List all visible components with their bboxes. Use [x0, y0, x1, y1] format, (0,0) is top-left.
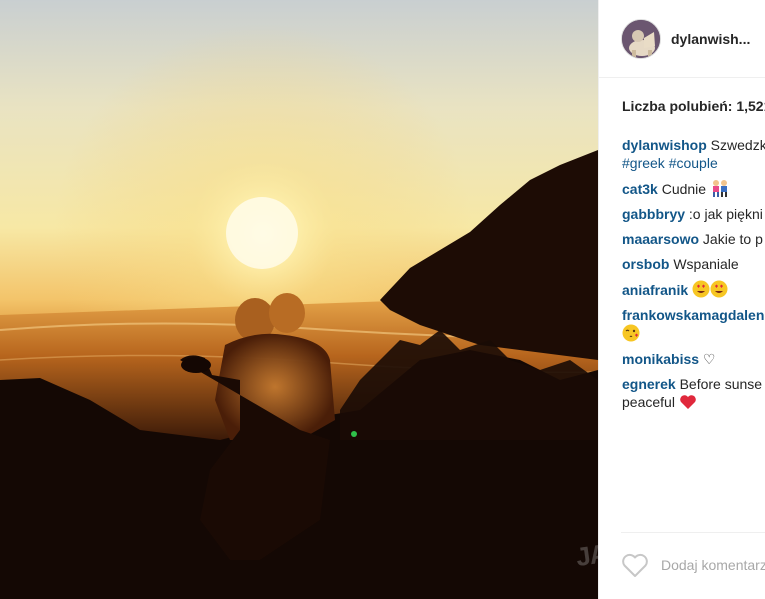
- comment-author[interactable]: gabbbryy: [622, 206, 685, 222]
- comment-text-line2: peaceful: [622, 394, 679, 410]
- comment-author[interactable]: dylanwishop: [622, 137, 707, 153]
- username[interactable]: dylanwish...: [671, 31, 750, 47]
- comment-text: Jakie to p: [699, 231, 763, 247]
- post-side-panel: dylanwish... Liczba polubień: 1,521 dyla…: [598, 0, 765, 599]
- comment-author[interactable]: egnerek: [622, 376, 676, 392]
- list-item: frankowskamagdalen: [622, 306, 765, 343]
- list-item: maaarsowo Jakie to p: [622, 230, 765, 248]
- list-item: orsbob Wspaniale: [622, 255, 765, 273]
- comment-author[interactable]: monikabiss: [622, 351, 699, 367]
- comment-text: Szwedzk: [706, 137, 765, 153]
- likes-count[interactable]: Liczba polubień: 1,521: [622, 98, 765, 114]
- avatar-image: [622, 19, 660, 58]
- add-comment-input[interactable]: [661, 557, 765, 573]
- avatar[interactable]: [621, 18, 661, 59]
- comment-text: ♡: [699, 351, 716, 367]
- hashtag-link[interactable]: #greek: [622, 155, 665, 171]
- red-heart-emoji-icon: [680, 395, 696, 409]
- couple-emoji-icon: [712, 180, 727, 197]
- comment-author[interactable]: frankowskamagdalen: [622, 307, 764, 323]
- list-item: dylanwishop Szwedzk #greek #couple: [622, 136, 765, 172]
- comment-author[interactable]: maaarsowo: [622, 231, 699, 247]
- heart-eyes-emoji-icon: [692, 280, 710, 298]
- comment-text: Before sunse: [675, 376, 763, 392]
- comment-text: Cudnie: [657, 181, 710, 197]
- list-item: gabbbryy :o jak piękni: [622, 205, 765, 223]
- list-item: monikabiss ♡: [622, 350, 765, 368]
- list-item: cat3k Cudnie: [622, 179, 765, 198]
- divider: [621, 532, 765, 533]
- comment-author[interactable]: cat3k: [622, 181, 658, 197]
- comment-text: :o jak piękni: [685, 206, 763, 222]
- kiss-emoji-icon: [622, 324, 640, 342]
- comments-list: dylanwishop Szwedzk #greek #couple cat3k…: [622, 136, 765, 418]
- heart-outline-icon[interactable]: [621, 552, 649, 578]
- comment-author[interactable]: orsbob: [622, 256, 669, 272]
- post-actions: [621, 552, 765, 578]
- list-item: egnerek Before sunse peaceful: [622, 375, 765, 411]
- watermark: JA: [573, 537, 598, 573]
- post-header: dylanwish...: [599, 0, 765, 78]
- list-item: aniafranik: [622, 280, 765, 299]
- comment-text: Wspaniale: [669, 256, 739, 272]
- comment-author[interactable]: aniafranik: [622, 282, 688, 298]
- sunset-scooter-photo: [0, 0, 598, 599]
- heart-eyes-emoji-icon: [710, 280, 728, 298]
- hashtag-link[interactable]: #couple: [669, 155, 718, 171]
- post-photo[interactable]: JA: [0, 0, 598, 599]
